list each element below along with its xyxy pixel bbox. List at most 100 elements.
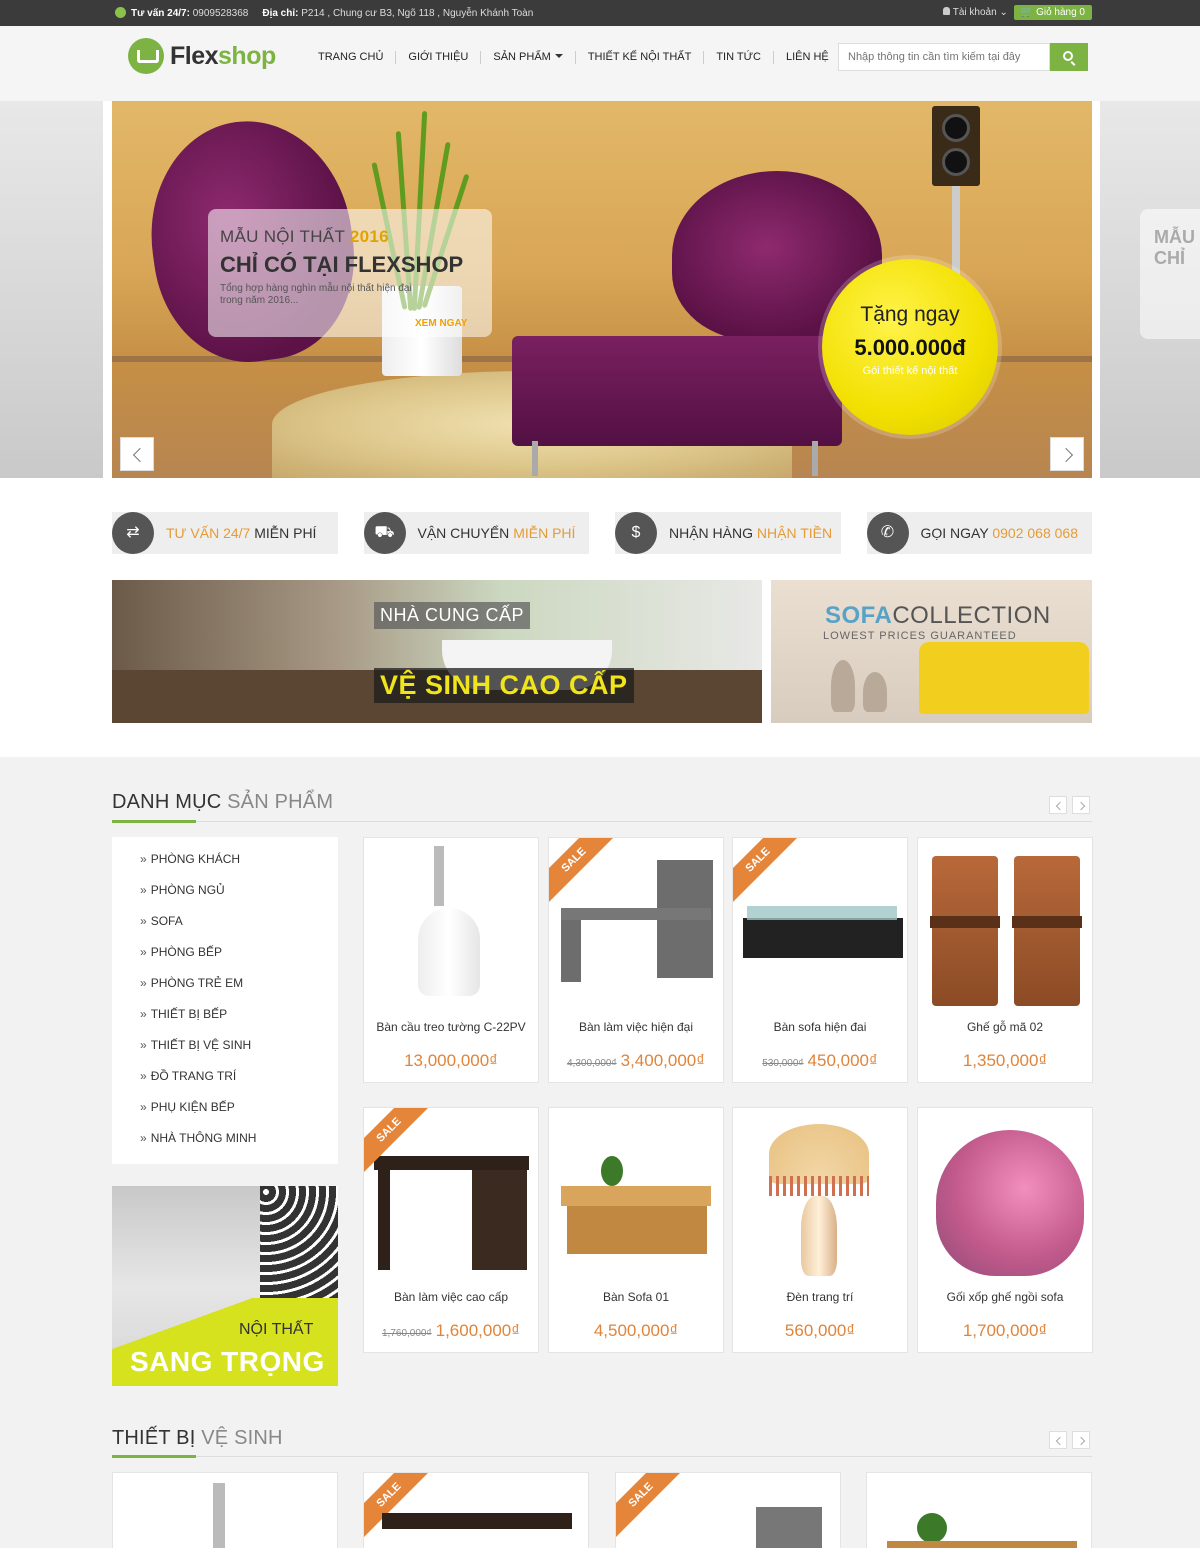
catalog-next-button[interactable]: [1072, 796, 1090, 814]
nav-interior-design[interactable]: THIẾT KẾ NỘI THẤT: [576, 51, 705, 64]
category-label: PHÒNG BẾP: [150, 945, 223, 959]
hotline[interactable]: Tư vấn 24/7: 0909528368: [115, 7, 248, 19]
service-text-sub: NHẬN TIỀN: [756, 525, 833, 541]
product-image[interactable]: [926, 846, 1084, 1006]
catalog-title-underline: [112, 820, 196, 823]
product-card[interactable]: [112, 1472, 338, 1548]
product-price-current: 4,500,000₫: [593, 1321, 679, 1340]
catalog-title-sub: SẢN PHẨM: [227, 791, 334, 813]
side-banner-luxury[interactable]: NỘI THẤT SANG TRỌNG: [112, 1186, 338, 1386]
product-image[interactable]: [926, 1116, 1084, 1276]
cart-label: Giỏ hàng 0: [1036, 7, 1085, 18]
product-card[interactable]: Ghế gỗ mã 02 1,350,000₫: [917, 837, 1093, 1083]
product-image-table: [887, 1541, 1077, 1548]
banner-sofa-collection[interactable]: SOFACOLLECTION LOWEST PRICES GUARANTEED: [771, 580, 1092, 723]
product-price-old: 530,000₫: [762, 1058, 804, 1069]
product-price-current: 450,000₫: [807, 1051, 878, 1070]
category-label: NHÀ THÔNG MINH: [150, 1131, 257, 1145]
user-icon: [942, 7, 950, 15]
nav-news[interactable]: TIN TỨC: [704, 51, 774, 64]
logo-part2: shop: [218, 41, 276, 70]
product-name[interactable]: Bàn cầu treo tường C-22PV: [364, 1020, 538, 1034]
hero-slider: MẪU I CHỈ MẪU NỘI THẤT 2016 CHỈ CÓ TẠI F…: [0, 101, 1200, 478]
product-price-current: 1,700,000₫: [962, 1321, 1048, 1340]
search-button[interactable]: [1050, 43, 1088, 71]
category-label: PHỤ KIỆN BẾP: [150, 1100, 235, 1114]
product-card[interactable]: [866, 1472, 1092, 1548]
category-label: THIẾT BỊ VỆ SINH: [150, 1038, 252, 1052]
slide-current: MẪU NỘI THẤT 2016 CHỈ CÓ TẠI FLEXSHOP Tổ…: [112, 101, 1092, 478]
product-name[interactable]: Bàn làm việc cao cấp: [364, 1290, 538, 1304]
phone-icon: [115, 7, 126, 18]
address: Địa chỉ: P214 , Chung cư B3, Ngõ 118 , N…: [262, 8, 533, 19]
logo[interactable]: Flexshop: [128, 38, 276, 74]
service-text-main: GỌI NGAY: [920, 525, 989, 541]
hotline-label: Tư vấn 24/7:: [131, 8, 190, 19]
slide-caption-headline: CHỈ CÓ TẠI FLEXSHOP: [220, 252, 464, 277]
product-image[interactable]: [741, 1116, 899, 1276]
product-card[interactable]: SALE: [363, 1472, 589, 1548]
category-item[interactable]: » PHỤ KIỆN BẾP: [112, 1100, 338, 1131]
product-image[interactable]: [756, 1507, 822, 1548]
product-card[interactable]: Đèn trang trí 560,000₫: [732, 1107, 908, 1353]
nav-products[interactable]: SẢN PHẨM: [481, 51, 576, 64]
nav-home[interactable]: TRANG CHỦ: [306, 51, 397, 64]
category-item[interactable]: » ĐỒ TRANG TRÍ: [112, 1069, 338, 1100]
product-name[interactable]: Bàn Sofa 01: [549, 1290, 723, 1304]
sanitary-next-button[interactable]: [1072, 1431, 1090, 1449]
slider-prev-button[interactable]: [120, 437, 154, 471]
account-menu[interactable]: Tài khoản ⌄: [942, 7, 1008, 18]
top-bar-account: Tài khoản ⌄ 🛒 Giỏ hàng 0: [942, 5, 1092, 20]
catalog-prev-button[interactable]: [1049, 796, 1067, 814]
product-name[interactable]: Bàn sofa hiện đai: [733, 1020, 907, 1034]
gift-badge: Tặng ngay 5.000.000đ Gói thiết kế nội th…: [822, 259, 998, 435]
product-card[interactable]: SALE Bàn sofa hiện đai 530,000₫ 450,000₫: [732, 837, 908, 1083]
product-name[interactable]: Đèn trang trí: [733, 1290, 907, 1304]
cart-button[interactable]: 🛒 Giỏ hàng 0: [1013, 5, 1092, 20]
product-card[interactable]: Gối xốp ghế ngồi sofa 1,700,000₫: [917, 1107, 1093, 1353]
product-name[interactable]: Ghế gỗ mã 02: [918, 1020, 1092, 1034]
product-price-old: 4,300,000₫: [567, 1058, 617, 1069]
logo-part1: Flex: [170, 41, 219, 70]
category-label: PHÒNG TRẺ EM: [150, 976, 244, 990]
product-image[interactable]: [917, 1513, 947, 1543]
slide-cta-link[interactable]: XEM NGAY: [415, 318, 467, 329]
category-list: » PHÒNG KHÁCH » PHÒNG NGỦ » SOFA » PHÒNG BẾP…: [112, 837, 338, 1164]
slide-decor-leg: [532, 441, 538, 476]
product-card[interactable]: SALE Bàn làm việc hiện đại 4,300,000₫ 3,4…: [548, 837, 724, 1083]
product-name[interactable]: Bàn làm việc hiện đại: [549, 1020, 723, 1034]
product-card[interactable]: Bàn cầu treo tường C-22PV 13,000,000₫: [363, 837, 539, 1083]
product-image[interactable]: [557, 1116, 715, 1276]
product-card[interactable]: SALE Bàn làm việc cao cấp 1,760,000₫ 1,60…: [363, 1107, 539, 1353]
category-label: PHÒNG KHÁCH: [150, 852, 241, 866]
category-item[interactable]: » PHÒNG NGỦ: [112, 883, 338, 914]
category-item[interactable]: » THIẾT BỊ BẾP: [112, 1007, 338, 1038]
product-image[interactable]: [213, 1483, 225, 1548]
nav-about[interactable]: GIỚI THIỆU: [396, 51, 482, 64]
category-item[interactable]: » SOFA: [112, 914, 338, 945]
product-price: 1,350,000₫: [918, 1051, 1092, 1071]
product-card[interactable]: SALE: [615, 1472, 841, 1548]
sanitary-prev-button[interactable]: [1049, 1431, 1067, 1449]
slide-caption-line1-text: MẪU NỘI THẤT: [220, 227, 345, 246]
search-input[interactable]: [838, 43, 1050, 71]
nav-products-label: SẢN PHẨM: [493, 51, 551, 63]
category-item[interactable]: » PHÒNG TRẺ EM: [112, 976, 338, 1007]
chevron-right-icon: »: [140, 1007, 147, 1021]
product-card[interactable]: Bàn Sofa 01 4,500,000₫: [548, 1107, 724, 1353]
service-phone-number[interactable]: 0902 068 068: [992, 525, 1078, 541]
banner-sofa-title: SOFACOLLECTION: [825, 602, 1051, 630]
main-nav: TRANG CHỦ GIỚI THIỆU SẢN PHẨM THIẾT KẾ N…: [306, 51, 842, 64]
slider-next-button[interactable]: [1050, 437, 1084, 471]
banner-sanitary[interactable]: NHÀ CUNG CẤP VỆ SINH CAO CẤP: [112, 580, 762, 723]
category-item[interactable]: » NHÀ THÔNG MINH: [112, 1131, 338, 1162]
product-image[interactable]: [382, 1513, 572, 1529]
category-item[interactable]: » THIẾT BỊ VỆ SINH: [112, 1038, 338, 1069]
chevron-right-icon: »: [140, 1100, 147, 1114]
nav-contact[interactable]: LIÊN HỆ: [774, 51, 842, 64]
category-item[interactable]: » PHÒNG KHÁCH: [112, 852, 338, 883]
category-item[interactable]: » PHÒNG BẾP: [112, 945, 338, 976]
top-bar-contact: Tư vấn 24/7: 0909528368 Địa chỉ: P214 , …: [115, 7, 533, 19]
product-name[interactable]: Gối xốp ghế ngồi sofa: [918, 1290, 1092, 1304]
product-image[interactable]: [372, 846, 530, 1006]
